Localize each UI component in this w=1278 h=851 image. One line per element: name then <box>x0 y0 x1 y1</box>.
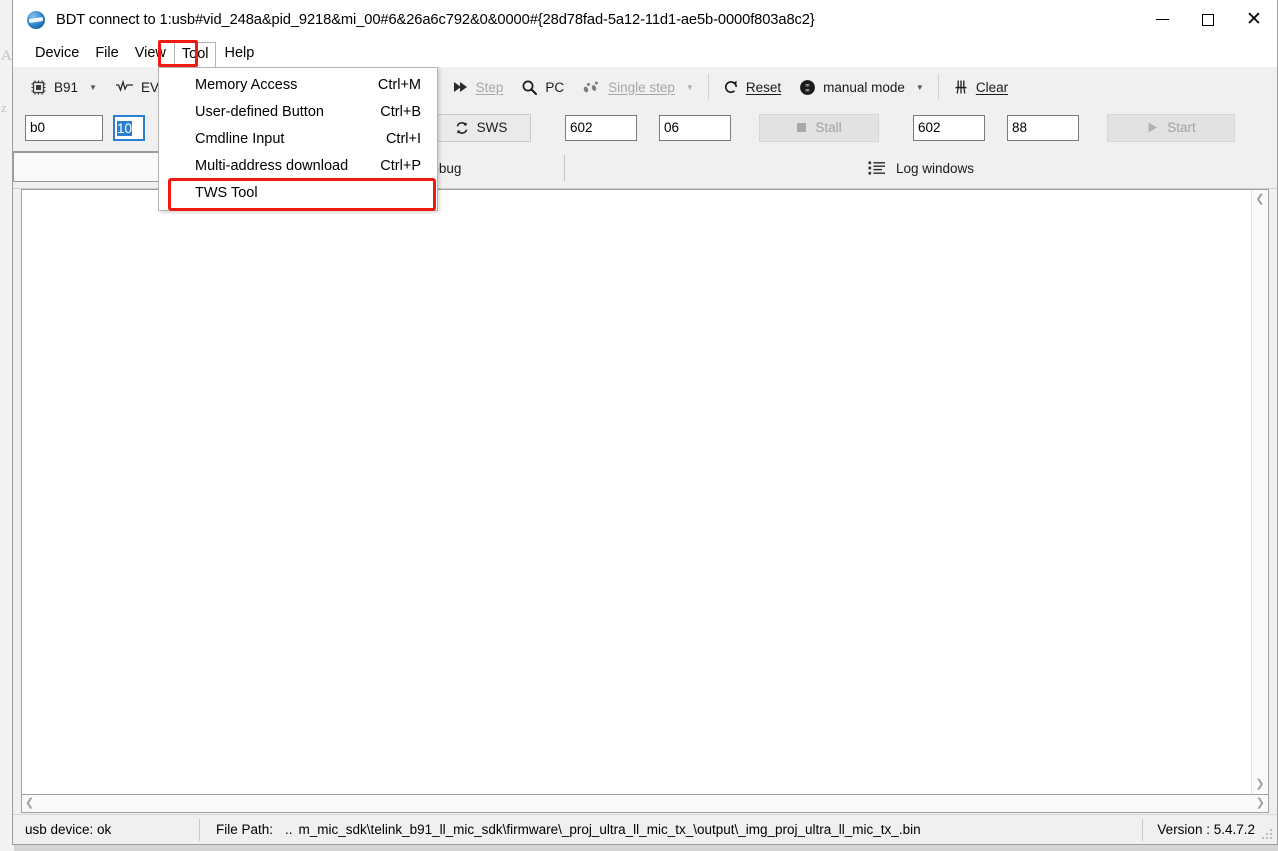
manual-mode-label: manual mode <box>823 80 905 95</box>
play-icon <box>1146 121 1159 134</box>
close-icon: ✕ <box>1246 10 1262 29</box>
maximize-icon <box>1202 14 1214 26</box>
file-path-prefix: .. <box>285 822 293 837</box>
length-input[interactable]: 10 <box>113 115 145 141</box>
reset-button[interactable]: Reset <box>714 75 790 99</box>
pc-button[interactable]: PC <box>512 75 573 100</box>
menu-option-memory-access[interactable]: Memory Access Ctrl+M <box>159 71 437 98</box>
usb-status: usb device: ok <box>13 815 199 844</box>
sws-label: SWS <box>477 120 508 135</box>
chip-label: B91 <box>54 80 78 95</box>
content-area: ❮ ❯ <box>21 189 1269 795</box>
step-label: Step <box>476 80 504 95</box>
app-icon <box>27 11 45 29</box>
pc-label: PC <box>545 80 564 95</box>
background-glyph-a: A <box>1 48 12 65</box>
menu-item-file[interactable]: File <box>87 42 126 64</box>
chip-icon <box>30 79 47 96</box>
resize-grip[interactable] <box>1262 829 1274 841</box>
menu-item-view[interactable]: View <box>127 42 174 64</box>
clear-icon <box>953 79 969 95</box>
tab-log-windows-label: Log windows <box>896 161 974 176</box>
menu-option-cmdline-input[interactable]: Cmdline Input Ctrl+I <box>159 125 437 152</box>
sws-field-2[interactable]: 06 <box>659 115 731 141</box>
chevron-up-icon[interactable]: ❮ <box>1255 194 1264 205</box>
start-label: Start <box>1167 120 1196 135</box>
manual-mode-icon: m m <box>799 79 816 96</box>
minimize-icon <box>1156 19 1169 20</box>
chevron-right-icon[interactable]: ❯ <box>1256 798 1265 809</box>
window-controls: ✕ <box>1139 0 1277 39</box>
waveform-icon <box>115 80 134 94</box>
single-step-label: Single step <box>608 80 675 95</box>
address-input[interactable]: b0 <box>25 115 103 141</box>
start-field-2[interactable]: 88 <box>1007 115 1079 141</box>
menu-option-multi-address-download[interactable]: Multi-address download Ctrl+P <box>159 152 437 179</box>
sws-field-1[interactable]: 602 <box>565 115 637 141</box>
menu-item-device[interactable]: Device <box>27 42 87 64</box>
status-bar: usb device: ok File Path: .. m_mic_sdk\t… <box>13 814 1277 844</box>
chevron-down-icon: ▼ <box>916 83 924 92</box>
toolbar-separator-2 <box>708 74 709 100</box>
step-icon <box>453 80 469 94</box>
file-path-label: File Path: <box>216 822 273 837</box>
chevron-down-icon: ▼ <box>89 83 97 92</box>
list-icon <box>868 160 886 176</box>
start-button[interactable]: Start <box>1107 114 1235 142</box>
reset-icon <box>723 79 739 95</box>
close-button[interactable]: ✕ <box>1231 0 1277 39</box>
menu-option-tws-tool[interactable]: TWS Tool <box>159 179 437 206</box>
clear-button[interactable]: Clear <box>944 75 1017 99</box>
clear-label: Clear <box>976 80 1008 95</box>
search-icon <box>521 79 538 96</box>
menu-option-user-defined-button[interactable]: User-defined Button Ctrl+B <box>159 98 437 125</box>
sws-button[interactable]: SWS <box>431 114 531 142</box>
title-bar: BDT connect to 1:usb#vid_248a&pid_9218&m… <box>13 0 1277 39</box>
vertical-scrollbar[interactable]: ❮ ❯ <box>1251 190 1268 794</box>
refresh-icon <box>455 121 469 135</box>
tool-dropdown-menu: Memory Access Ctrl+M User-defined Button… <box>158 67 438 211</box>
single-step-button[interactable]: Single step ▼ <box>573 76 703 99</box>
stall-label: Stall <box>815 120 841 135</box>
footsteps-icon <box>582 80 601 94</box>
chevron-down-icon: ▼ <box>686 83 694 92</box>
menu-item-help[interactable]: Help <box>216 42 262 64</box>
menu-bar: Device File View Tool Help <box>13 39 1277 67</box>
tab-log-windows[interactable]: Log windows <box>565 148 1277 188</box>
stop-icon <box>796 122 807 133</box>
chevron-left-icon[interactable]: ❮ <box>25 798 34 809</box>
file-path-group: File Path: .. m_mic_sdk\telink_b91_ll_mi… <box>200 815 921 844</box>
window-title: BDT connect to 1:usb#vid_248a&pid_9218&m… <box>56 12 815 28</box>
minimize-button[interactable] <box>1139 0 1185 39</box>
bdt-main-window: BDT connect to 1:usb#vid_248a&pid_9218&m… <box>12 0 1278 845</box>
version-label: Version : 5.4.7.2 <box>1143 815 1277 844</box>
manual-mode-selector[interactable]: m m manual mode ▼ <box>790 75 933 100</box>
maximize-button[interactable] <box>1185 0 1231 39</box>
debug-canvas[interactable] <box>22 190 1251 794</box>
file-path-value: m_mic_sdk\telink_b91_ll_mic_sdk\firmware… <box>299 822 921 837</box>
stall-button[interactable]: Stall <box>759 114 879 142</box>
background-glyph-b: z <box>1 100 7 116</box>
chevron-down-icon[interactable]: ❯ <box>1255 779 1264 790</box>
menu-item-tool[interactable]: Tool <box>174 42 217 67</box>
start-field-1[interactable]: 602 <box>913 115 985 141</box>
reset-label: Reset <box>746 80 781 95</box>
chip-selector[interactable]: B91 ▼ <box>21 75 106 100</box>
step-button[interactable]: Step <box>444 76 513 99</box>
horizontal-scrollbar[interactable]: ❮ ❯ <box>21 795 1269 813</box>
toolbar-separator-3 <box>938 74 939 100</box>
